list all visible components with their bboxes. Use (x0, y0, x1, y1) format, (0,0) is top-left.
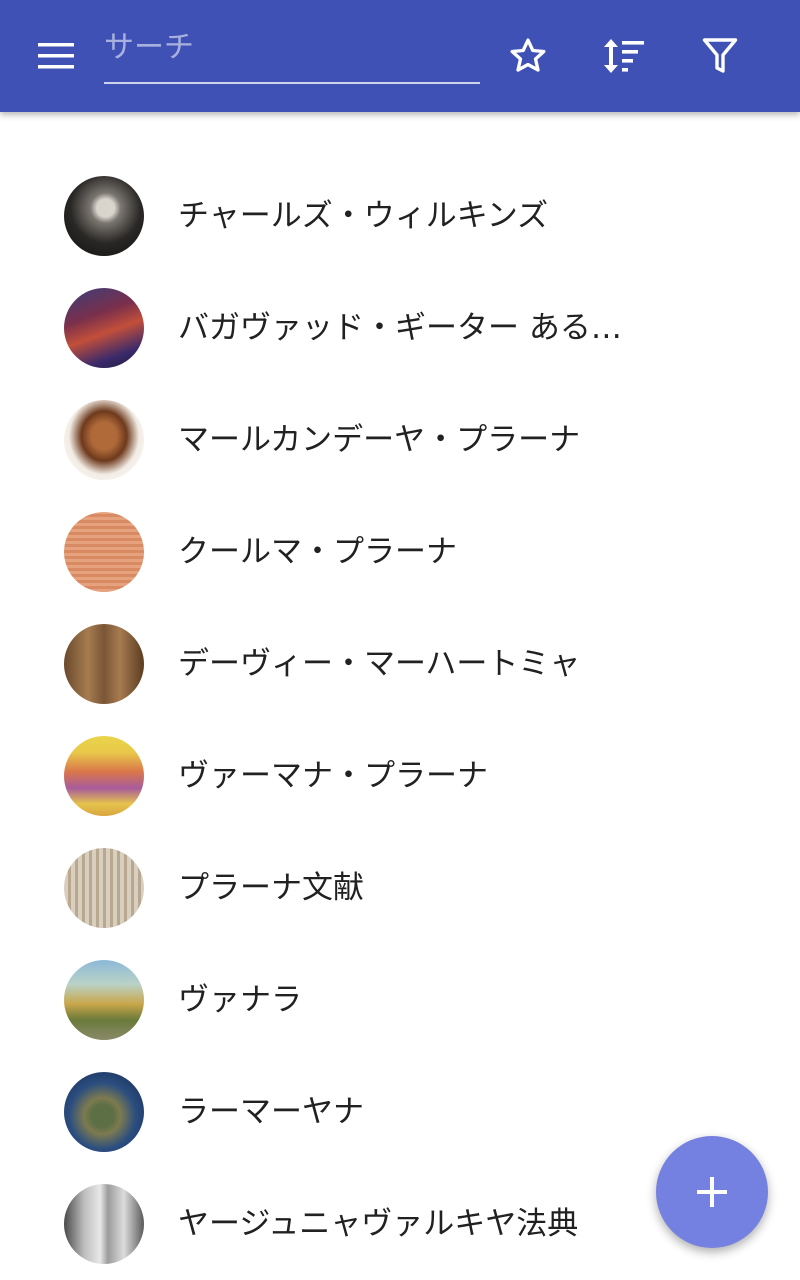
search-field (104, 24, 480, 84)
article-thumbnail (64, 736, 144, 816)
sort-icon (604, 39, 644, 73)
search-input[interactable] (104, 24, 480, 70)
list-item-label: ヴァーマナ・プラーナ (178, 758, 488, 794)
app-bar (0, 0, 800, 112)
list-item-label: マールカンデーヤ・プラーナ (178, 422, 581, 458)
list-item[interactable]: ヴァナラ (0, 944, 800, 1056)
list-item-label: ヤージュニャヴァルキヤ法典 (178, 1206, 579, 1242)
favorites-button[interactable] (496, 24, 560, 88)
article-thumbnail (64, 176, 144, 256)
list-item-label: クールマ・プラーナ (178, 534, 457, 570)
list-item-label: デーヴィー・マーハートミャ (178, 646, 581, 682)
list-item[interactable]: マールカンデーヤ・プラーナ (0, 384, 800, 496)
list-item-label: ラーマーヤナ (178, 1094, 364, 1130)
sort-button[interactable] (592, 24, 656, 88)
menu-icon (38, 43, 74, 69)
article-thumbnail (64, 288, 144, 368)
article-thumbnail (64, 960, 144, 1040)
plus-icon (697, 1177, 727, 1207)
add-button[interactable] (656, 1136, 768, 1248)
list-item[interactable]: チャールズ・ウィルキンズ (0, 160, 800, 272)
list-item[interactable]: プラーナ文献 (0, 832, 800, 944)
filter-button[interactable] (688, 24, 752, 88)
list-item-label: ヴァナラ (178, 982, 302, 1018)
list-item[interactable]: ヴァーマナ・プラーナ (0, 720, 800, 832)
article-thumbnail (64, 512, 144, 592)
article-thumbnail (64, 400, 144, 480)
article-thumbnail (64, 1184, 144, 1264)
menu-button[interactable] (24, 24, 88, 88)
list-item[interactable]: デーヴィー・マーハートミャ (0, 608, 800, 720)
list-item-label: プラーナ文献 (178, 870, 364, 906)
filter-icon (702, 38, 738, 73)
article-thumbnail (64, 1072, 144, 1152)
article-thumbnail (64, 624, 144, 704)
list-item[interactable]: クールマ・プラーナ (0, 496, 800, 608)
list-item-label: チャールズ・ウィルキンズ (178, 198, 549, 234)
list-item[interactable]: バガヴァッド・ギーター ある… (0, 272, 800, 384)
list-item-label: バガヴァッド・ギーター ある… (178, 310, 622, 346)
article-thumbnail (64, 848, 144, 928)
article-list: チャールズ・ウィルキンズ バガヴァッド・ギーター ある… マールカンデーヤ・プラ… (0, 160, 800, 1280)
star-outline-icon (510, 38, 546, 72)
